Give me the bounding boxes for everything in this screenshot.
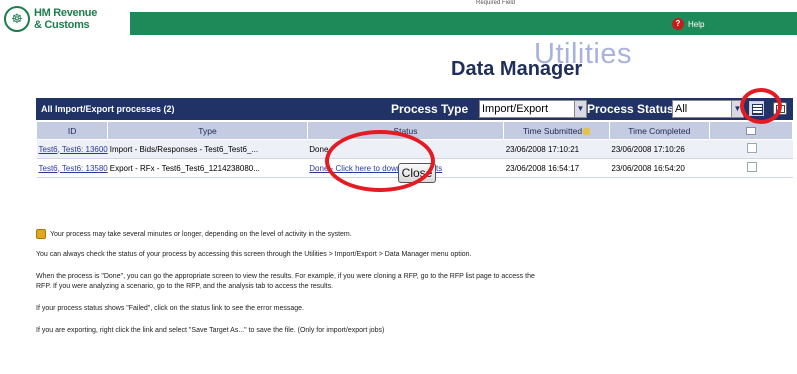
process-type-label: Process Type [391,102,469,116]
sort-icon [583,127,591,135]
col-header-submitted[interactable]: Time Submitted [503,121,610,140]
process-list-title: All Import/Export processes (2) [41,104,175,114]
process-type-select[interactable]: Import/Export ▼ [479,100,587,118]
status-highlight-circle [325,130,435,192]
select-all-icon[interactable] [745,127,756,136]
note-failed: If your process status shows "Failed", c… [36,305,304,312]
time-submitted-cell: 23/06/2008 16:54:17 [503,158,610,178]
note-check-status: You can always check the status of your … [36,251,472,258]
process-status-select[interactable]: All ▼ [672,100,744,118]
note-done-2: RFP. If you were analyzing a scenario, g… [36,283,334,290]
page-title: Data Manager [451,58,583,80]
help-label: Help [688,19,705,29]
refresh-highlight-circle [740,88,782,124]
process-status-label: Process Status [587,102,674,116]
note-done-1: When the process is "Done", you can go t… [36,273,535,280]
note-exporting: If you are exporting, right click the li… [36,327,385,334]
process-id-link[interactable]: Test6, Test6: 13580 [39,164,108,173]
process-id-link[interactable]: Test6, Test6: 13600 [39,145,108,154]
col-header-type[interactable]: Type [107,121,308,140]
time-submitted-cell: 23/06/2008 17:10:21 [503,139,610,159]
time-completed-cell: 23/06/2008 16:54:20 [609,158,710,178]
row-checkbox[interactable] [746,162,757,172]
info-icon [36,229,46,239]
logo-text: HM Revenue & Customs [34,7,98,31]
question-circle-icon: ? [672,18,684,30]
required-field-note: Required Field [476,0,516,6]
row-checkbox[interactable] [746,143,757,153]
col-header-id[interactable]: ID [35,121,109,140]
process-type-cell: Export - RFx - Test6_Test6_1214238080... [107,158,308,178]
help-link[interactable]: ? Help [672,16,704,32]
time-completed-cell: 23/06/2008 17:10:26 [609,139,710,159]
hmrc-logo[interactable]: ☸ HM Revenue & Customs [4,6,124,34]
col-header-select [708,121,794,140]
top-bar: ☸ HM Revenue & Customs Required Field ? … [0,0,797,38]
crest-icon: ☸ [4,6,30,32]
process-type-cell: Import - Bids/Responses - Test6_Test6_..… [107,139,308,159]
col-header-completed[interactable]: Time Completed [608,121,710,140]
process-filter-bar: All Import/Export processes (2) Process … [36,98,793,120]
chevron-down-icon: ▼ [574,101,586,117]
note-processing-time: Your process may take several minutes or… [36,229,793,240]
